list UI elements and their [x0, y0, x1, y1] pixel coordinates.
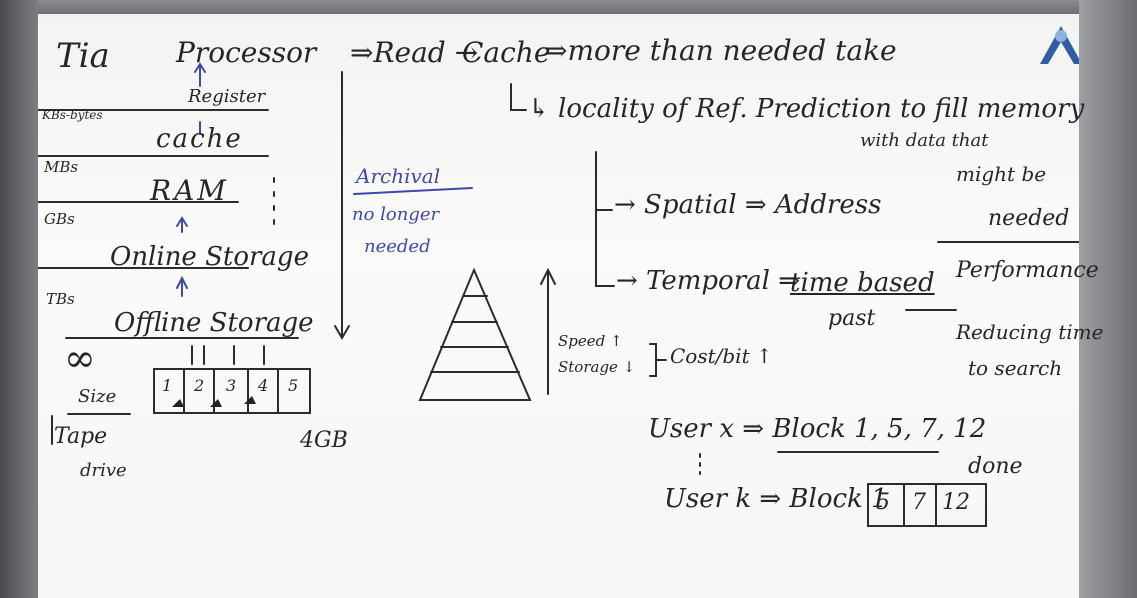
user-x-blocks: User x ⇒ Block 1, 5, 7, 12	[648, 414, 987, 444]
performance-label: Performance	[956, 258, 1099, 283]
archival-underline	[353, 187, 473, 195]
read-label: ⇒Read →	[350, 36, 479, 69]
reducing-time: Reducing time	[956, 320, 1104, 344]
online-size: TBs	[46, 290, 75, 308]
no-longer-label: no longer	[352, 204, 440, 225]
corner-note: Tia	[56, 36, 110, 76]
online-storage-label: Online Storage	[110, 242, 309, 272]
cost-bracket	[649, 343, 667, 377]
might-be: might be	[956, 162, 1047, 186]
whiteboard-frame-right	[1079, 0, 1137, 598]
block-4: 4	[258, 376, 269, 395]
done-label: done	[968, 454, 1023, 479]
with-data-that: with data that	[860, 130, 989, 151]
tape-label: Tape	[54, 424, 108, 449]
cost-per-bit: Cost/bit ↑	[670, 344, 773, 368]
storage-label: Storage ↓	[558, 358, 636, 376]
needed: needed	[988, 206, 1070, 231]
whiteboard-frame-top	[0, 0, 1137, 14]
pyramid-triangle	[418, 267, 532, 401]
logo-emblem	[1040, 26, 1079, 64]
offline-storage-label: Offline Storage	[114, 308, 314, 338]
register-label: Register	[188, 86, 266, 107]
whiteboard-frame-left	[0, 0, 38, 598]
drive-label: drive	[80, 460, 127, 481]
locality-of-ref: ↳ locality of Ref. Prediction to fill me…	[528, 94, 1085, 124]
archival-needed-label: needed	[364, 236, 431, 257]
register-size: KBs-bytes	[42, 108, 103, 122]
cache-label: Cache	[462, 36, 551, 69]
block-mark-2	[210, 399, 222, 407]
block-5: 5	[288, 376, 299, 395]
block-2: 2	[194, 376, 205, 395]
user-k-blocks: User k ⇒ Block 1	[664, 484, 888, 514]
processor-label: Processor	[176, 36, 317, 69]
userk-block-12: 12	[942, 490, 970, 515]
time-based: time based	[790, 268, 935, 298]
block-1: 1	[162, 376, 173, 395]
whiteboard: Tia Processor Register KBs-bytes cache M…	[38, 14, 1103, 598]
cache-level-label: cache	[156, 124, 243, 154]
speed-label: Speed ↑	[558, 332, 623, 350]
block-capacity: 4GB	[300, 428, 348, 453]
size-label: Size	[78, 386, 117, 407]
more-than-needed: ⇒more than needed take	[544, 34, 897, 67]
ram-size: GBs	[44, 210, 75, 228]
userk-block-5: 5	[876, 490, 890, 515]
locality-branch-temporal	[595, 151, 615, 287]
temporal-label: → Temporal ⇒	[616, 266, 801, 296]
spatial-address: → Spatial ⇒ Address	[614, 190, 882, 220]
cache-branch	[510, 83, 527, 111]
block-mark-1	[172, 399, 184, 407]
to-search: to search	[968, 356, 1063, 380]
userk-block-7: 7	[912, 490, 926, 515]
archival-label: Archival	[356, 164, 441, 188]
block-mark-3	[244, 396, 256, 404]
past-label: past	[828, 306, 876, 331]
infinity-symbol: ∞	[64, 336, 96, 380]
cache-size: MBs	[44, 158, 79, 176]
block-3: 3	[226, 376, 237, 395]
ram-label: RAM	[150, 174, 229, 207]
